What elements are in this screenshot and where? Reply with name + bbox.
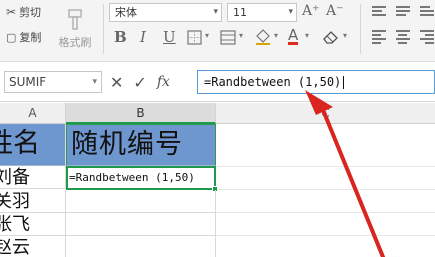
- name-box[interactable]: SUMIF ▾: [4, 71, 102, 93]
- grow-font-button[interactable]: A⁺: [302, 3, 320, 19]
- ribbon-divider: [360, 4, 361, 54]
- underline-icon: U: [163, 28, 176, 46]
- font-color-icon: A: [288, 26, 299, 45]
- column-header-label: B: [136, 106, 145, 120]
- gridline: [216, 189, 435, 190]
- chevron-down-icon[interactable]: ▾: [239, 31, 243, 40]
- confirm-icon[interactable]: ✓: [133, 73, 146, 92]
- paint-bucket-icon: [256, 29, 270, 45]
- merge-button[interactable]: [220, 28, 236, 46]
- header-cell-text: 随机编号: [71, 129, 183, 160]
- format-painter-button[interactable]: 格式刷: [52, 4, 98, 50]
- cell-a4[interactable]: 张飞: [0, 213, 66, 236]
- font-color-button[interactable]: A: [288, 26, 299, 46]
- cell-a5[interactable]: 赵云: [0, 236, 66, 257]
- align-left-icon[interactable]: [372, 30, 386, 46]
- grow-font-icon: A⁺: [302, 3, 320, 19]
- cell-a2[interactable]: 刘备: [0, 166, 66, 189]
- column-header-label: A: [28, 106, 37, 120]
- font-size-select[interactable]: 11 ▾: [227, 3, 297, 22]
- cell-b5[interactable]: [66, 236, 216, 257]
- column-header-label: C: [321, 106, 330, 120]
- align-center-icon[interactable]: [396, 30, 410, 46]
- insert-function-icon[interactable]: fx: [157, 74, 170, 90]
- formula-bar: SUMIF ▾ ✕ ✓ fx =Randbetween (1,50): [0, 62, 435, 102]
- cancel-icon[interactable]: ✕: [110, 73, 123, 92]
- italic-icon: I: [140, 28, 146, 46]
- font-name-select[interactable]: 宋体 ▾: [109, 3, 222, 22]
- formula-actions: ✕ ✓ fx: [110, 71, 170, 93]
- border-button[interactable]: [187, 28, 202, 46]
- format-painter-label: 格式刷: [58, 36, 92, 49]
- chevron-down-icon[interactable]: ▾: [274, 31, 278, 40]
- underline-button[interactable]: U: [163, 28, 176, 46]
- chevron-down-icon: ▾: [213, 7, 218, 17]
- cell-formula-text: =Randbetween (1,50): [69, 171, 195, 184]
- text-cursor: [343, 76, 345, 89]
- chevron-down-icon: ▾: [92, 77, 97, 87]
- copy-button[interactable]: ▢ 复制: [6, 29, 41, 45]
- cell-b3[interactable]: [66, 190, 216, 213]
- bold-button[interactable]: B: [114, 28, 127, 46]
- name-cell-text: 关羽: [0, 191, 30, 212]
- chevron-down-icon[interactable]: ▾: [343, 31, 347, 40]
- cut-button[interactable]: ✂ 剪切: [6, 4, 41, 20]
- font-name-value: 宋体: [115, 6, 137, 19]
- italic-button[interactable]: I: [140, 28, 146, 46]
- formula-input[interactable]: =Randbetween (1,50): [197, 70, 435, 94]
- cut-label: 剪切: [19, 6, 42, 19]
- align-top-icon[interactable]: [372, 6, 386, 18]
- cell-b4[interactable]: [66, 213, 216, 236]
- formula-text: =Randbetween (1,50): [204, 75, 342, 89]
- align-middle-icon[interactable]: [396, 6, 410, 18]
- column-header-a[interactable]: A: [0, 103, 66, 124]
- merge-cells-icon: [220, 29, 236, 45]
- cell-b2-active[interactable]: =Randbetween (1,50): [66, 166, 218, 192]
- ribbon-toolbar: ✂ 剪切 ▢ 复制 格式刷 宋体 ▾ 11 ▾ A⁺ A⁻ B I U ▾ ▾ …: [0, 0, 435, 62]
- chevron-down-icon[interactable]: ▾: [205, 31, 209, 40]
- gridline: [216, 212, 435, 213]
- border-icon: [187, 29, 202, 45]
- bold-icon: B: [114, 28, 127, 46]
- copy-icon: ▢: [6, 30, 17, 44]
- chevron-down-icon: ▾: [288, 7, 293, 17]
- name-box-value: SUMIF: [9, 75, 47, 89]
- column-header-b[interactable]: B: [66, 103, 216, 124]
- name-cell-text: 赵云: [0, 237, 30, 257]
- name-cell-text: 张飞: [0, 214, 30, 235]
- fill-color-button[interactable]: [254, 28, 272, 46]
- align-right-icon[interactable]: [420, 30, 434, 46]
- shrink-font-button[interactable]: A⁻: [326, 3, 344, 19]
- header-cell-text: 姓名: [0, 128, 40, 159]
- shrink-font-icon: A⁻: [326, 3, 344, 19]
- cell-a3[interactable]: 关羽: [0, 190, 66, 213]
- gridline: [216, 166, 435, 167]
- column-header-c[interactable]: C: [216, 103, 435, 124]
- cell-b1[interactable]: 随机编号: [66, 124, 216, 166]
- clear-button[interactable]: [322, 28, 340, 46]
- gridline: [216, 235, 435, 236]
- chevron-down-icon[interactable]: ▾: [305, 31, 309, 40]
- copy-label: 复制: [19, 31, 42, 44]
- format-painter-icon: [68, 9, 82, 30]
- eraser-icon: [323, 31, 338, 44]
- scissors-icon: ✂: [6, 5, 17, 19]
- font-size-value: 11: [233, 6, 247, 19]
- name-cell-text: 刘备: [0, 167, 30, 188]
- align-bottom-icon[interactable]: [420, 6, 434, 18]
- cell-a1[interactable]: 姓名: [0, 124, 66, 166]
- ribbon-divider: [103, 4, 104, 54]
